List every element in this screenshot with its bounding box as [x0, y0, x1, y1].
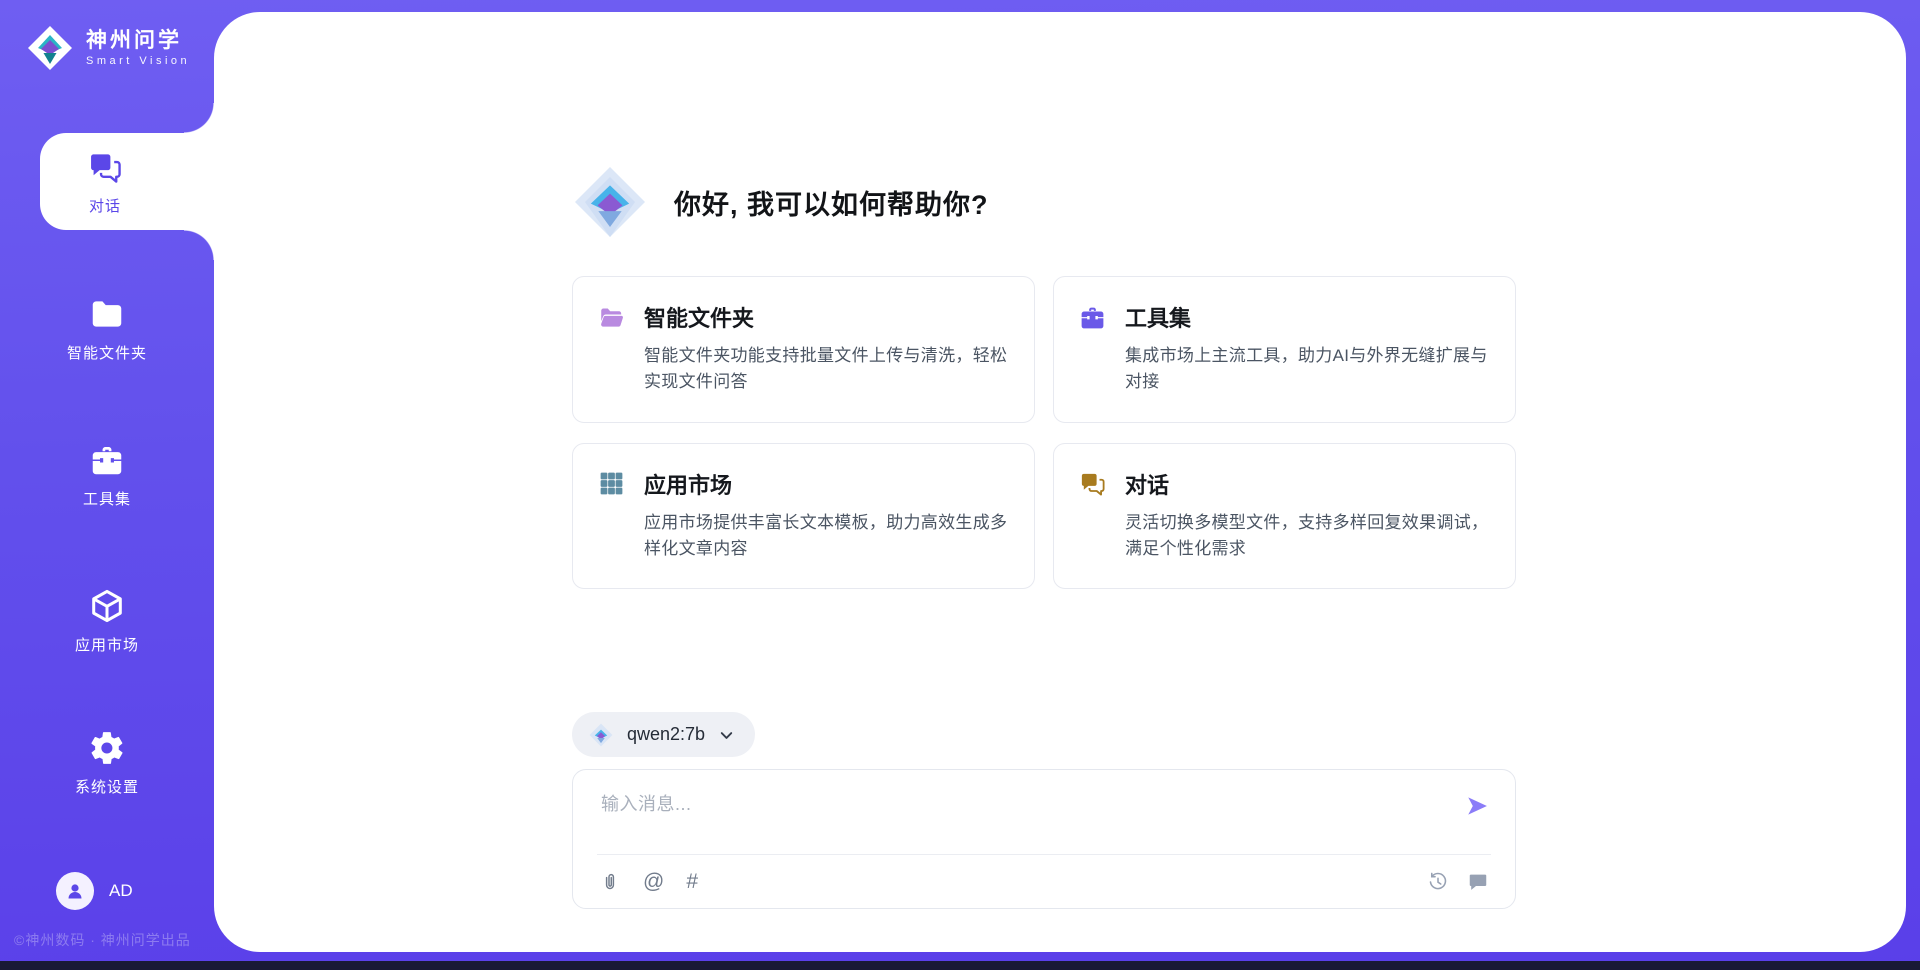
- mention-icon: @: [643, 871, 664, 892]
- card-description: 智能文件夹功能支持批量文件上传与清洗，轻松实现文件问答: [644, 343, 1008, 396]
- avatar: [56, 872, 94, 910]
- sidebar-item-label: 应用市场: [75, 634, 139, 655]
- card-title: 智能文件夹: [644, 301, 754, 333]
- sidebar-item-app-market[interactable]: 应用市场: [0, 585, 214, 657]
- cube-icon: [88, 587, 126, 625]
- card-app-market[interactable]: 应用市场 应用市场提供丰富长文本模板，助力高效生成多样化文章内容: [572, 443, 1035, 590]
- sidebar-item-chat[interactable]: 对话: [40, 133, 214, 230]
- welcome-header: 你好, 我可以如何帮助你?: [570, 162, 989, 242]
- sidebar-item-label: 工具集: [83, 488, 131, 509]
- sidebar-item-label: 系统设置: [75, 776, 139, 797]
- card-smart-folder[interactable]: 智能文件夹 智能文件夹功能支持批量文件上传与清洗，轻松实现文件问答: [572, 276, 1035, 423]
- card-header: 工具集: [1078, 301, 1489, 333]
- brand-subtitle: Smart Vision: [86, 55, 190, 67]
- composer-right-tools: [1427, 871, 1489, 893]
- composer: @ #: [572, 769, 1516, 909]
- card-description: 灵活切换多模型文件，支持多样回复效果调试，满足个性化需求: [1125, 510, 1489, 563]
- assistant-logo-icon: [570, 162, 650, 242]
- topic-icon: #: [686, 871, 698, 892]
- model-name: qwen2:7b: [627, 724, 705, 745]
- message-input[interactable]: [573, 770, 1515, 846]
- main-panel: 你好, 我可以如何帮助你? 智能文件夹 智能文件夹功能支持批量文件上传与清洗，轻…: [214, 12, 1906, 952]
- card-header: 对话: [1078, 468, 1489, 500]
- brand: 神州问学 Smart Vision: [26, 24, 190, 72]
- toolbox-icon: [1078, 303, 1107, 332]
- user-icon: [63, 879, 87, 903]
- history-button[interactable]: [1427, 871, 1449, 893]
- card-toolbox[interactable]: 工具集 集成市场上主流工具，助力AI与外界无缝扩展与对接: [1053, 276, 1516, 423]
- composer-left-tools: @ #: [599, 871, 698, 893]
- attachment-button[interactable]: [599, 871, 621, 893]
- send-icon: [1463, 792, 1491, 820]
- card-header: 智能文件夹: [597, 301, 1008, 333]
- greeting-title: 你好, 我可以如何帮助你?: [674, 183, 989, 222]
- topic-button[interactable]: #: [686, 871, 698, 892]
- chevron-down-icon: [718, 725, 735, 744]
- model-selector[interactable]: qwen2:7b: [572, 712, 755, 757]
- brand-name: 神州问学: [86, 29, 190, 52]
- folder-icon: [88, 295, 126, 333]
- composer-toolbar: @ #: [599, 855, 1489, 908]
- history-icon: [1427, 871, 1449, 893]
- gear-icon: [88, 729, 126, 767]
- send-button[interactable]: [1463, 792, 1491, 820]
- conversation-icon: [1467, 871, 1489, 893]
- sidebar-item-smart-folder[interactable]: 智能文件夹: [0, 293, 214, 365]
- paperclip-icon: [599, 871, 621, 893]
- brand-text: 神州问学 Smart Vision: [86, 29, 190, 67]
- sidebar-item-toolbox[interactable]: 工具集: [0, 442, 214, 508]
- model-logo-icon: [588, 722, 614, 748]
- card-title: 工具集: [1125, 301, 1191, 333]
- grid-icon: [597, 469, 626, 498]
- feature-cards: 智能文件夹 智能文件夹功能支持批量文件上传与清洗，轻松实现文件问答 工具集 集成…: [572, 276, 1516, 589]
- brand-logo-icon: [26, 24, 74, 72]
- card-chat[interactable]: 对话 灵活切换多模型文件，支持多样回复效果调试，满足个性化需求: [1053, 443, 1516, 590]
- sidebar-item-settings[interactable]: 系统设置: [0, 728, 214, 798]
- copyright-footer: ©神州数码 · 神州问学出品: [14, 930, 191, 950]
- card-title: 对话: [1125, 468, 1169, 500]
- chat-icon: [1078, 469, 1107, 498]
- card-description: 应用市场提供丰富长文本模板，助力高效生成多样化文章内容: [644, 510, 1008, 563]
- card-title: 应用市场: [644, 468, 732, 500]
- sidebar-item-label: 智能文件夹: [67, 342, 147, 363]
- mention-button[interactable]: @: [643, 871, 664, 892]
- user-account[interactable]: AD: [56, 872, 133, 910]
- toolbox-icon: [88, 441, 126, 479]
- chat-icon: [86, 148, 124, 186]
- conversation-button[interactable]: [1467, 871, 1489, 893]
- sidebar-item-label: 对话: [89, 195, 121, 216]
- card-description: 集成市场上主流工具，助力AI与外界无缝扩展与对接: [1125, 343, 1489, 396]
- folder-open-icon: [597, 303, 626, 332]
- user-name: AD: [109, 881, 133, 901]
- card-header: 应用市场: [597, 468, 1008, 500]
- bottom-strip: [0, 961, 1920, 970]
- sidebar: 神州问学 Smart Vision 对话: [0, 0, 214, 970]
